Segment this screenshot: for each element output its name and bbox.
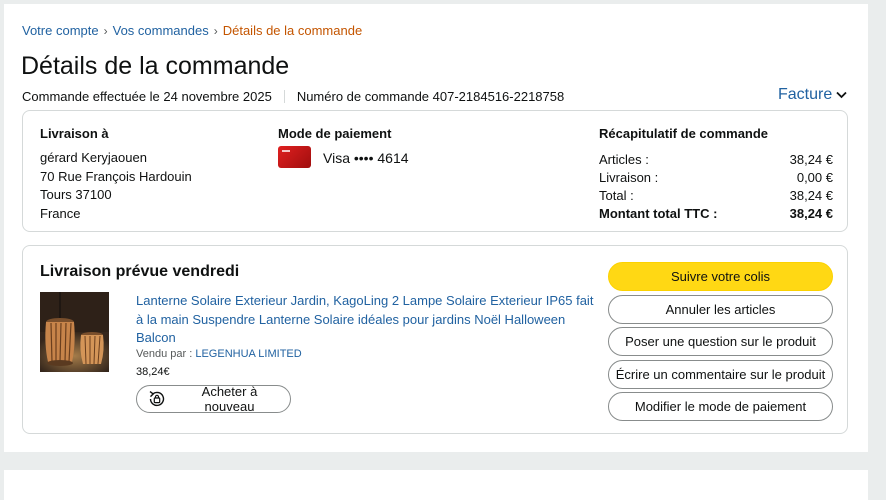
summary-label: Articles : bbox=[599, 152, 649, 167]
buy-again-button[interactable]: Acheter à nouveau bbox=[136, 384, 291, 414]
visa-card-icon bbox=[278, 146, 311, 168]
cancel-items-button[interactable]: Annuler les articles bbox=[608, 294, 833, 324]
breadcrumb-separator: › bbox=[213, 24, 218, 38]
grand-total-label: Montant total TTC : bbox=[599, 206, 718, 221]
summary-row: Livraison : 0,00 € bbox=[599, 169, 833, 187]
payment-method: Visa •••• 4614 bbox=[323, 150, 409, 166]
invoice-label: Facture bbox=[778, 86, 833, 103]
seller-info: Vendu par : LEGENHUA LIMITED bbox=[136, 348, 302, 360]
summary-heading: Récapitulatif de commande bbox=[599, 126, 769, 141]
meta-divider bbox=[283, 90, 285, 103]
write-review-button[interactable]: Écrire un commentaire sur le produit bbox=[608, 359, 833, 389]
breadcrumb-current: Détails de la commande bbox=[222, 23, 363, 38]
grand-total-value: 38,24 € bbox=[789, 206, 833, 221]
product-price: 38,24€ bbox=[136, 366, 170, 378]
summary-value: 38,24 € bbox=[789, 152, 833, 167]
delivery-box: Livraison prévue vendredi Lanterne Solai… bbox=[22, 245, 848, 434]
summary-label: Livraison : bbox=[599, 170, 659, 185]
order-info-box: Livraison à gérard Keryjaouen 70 Rue Fra… bbox=[22, 110, 848, 232]
summary-row: Total : 38,24 € bbox=[599, 187, 833, 205]
track-package-button[interactable]: Suivre votre colis bbox=[608, 262, 833, 291]
order-date: Commande effectuée le 24 novembre 2025 bbox=[22, 89, 272, 104]
summary-row: Articles : 38,24 € bbox=[599, 151, 833, 169]
summary-value: 0,00 € bbox=[796, 170, 833, 185]
product-image[interactable] bbox=[40, 292, 109, 372]
address-line: 70 Rue François Hardouin bbox=[40, 168, 192, 184]
breadcrumb-separator: › bbox=[103, 24, 108, 38]
shipping-heading: Livraison à bbox=[40, 126, 109, 141]
buy-again-icon bbox=[149, 390, 165, 407]
product-title-link[interactable]: Lanterne Solaire Exterieur Jardin, KagoL… bbox=[136, 292, 596, 348]
delivery-heading: Livraison prévue vendredi bbox=[40, 263, 240, 280]
shipping-address: gérard Keryjaouen 70 Rue François Hardou… bbox=[40, 149, 192, 223]
address-line: France bbox=[40, 205, 81, 221]
lantern-image bbox=[40, 292, 109, 372]
breadcrumb-your-account[interactable]: Votre compte bbox=[22, 23, 99, 38]
order-details-page: Votre compte › Vos commandes › Détails de la… bbox=[4, 4, 868, 452]
summary-value: 38,24 € bbox=[789, 188, 833, 203]
ask-product-question-button[interactable]: Poser une question sur le produit bbox=[608, 327, 833, 356]
order-number: Numéro de commande 407-2184516-2218758 bbox=[296, 89, 565, 104]
address-line: Tours 37100 bbox=[40, 187, 112, 202]
order-actions: Suivre votre colis Annuler les articles … bbox=[608, 262, 833, 425]
seller-prefix: Vendu par : bbox=[136, 348, 193, 360]
summary-grand-total: Montant total TTC : 38,24 € bbox=[599, 205, 833, 223]
address-line: gérard Keryjaouen bbox=[40, 150, 147, 165]
payment-heading: Mode de paiement bbox=[278, 126, 392, 141]
buy-again-label: Acheter à nouveau bbox=[201, 384, 258, 414]
change-payment-method-button[interactable]: Modifier le mode de paiement bbox=[608, 392, 833, 421]
order-summary: Articles : 38,24 € Livraison : 0,00 € To… bbox=[599, 151, 833, 223]
order-meta: Commande effectuée le 24 novembre 2025 N… bbox=[22, 89, 564, 104]
summary-label: Total : bbox=[599, 188, 634, 203]
page-title: Détails de la commande bbox=[21, 52, 290, 80]
breadcrumb: Votre compte › Vos commandes › Détails de la… bbox=[22, 23, 362, 38]
seller-link[interactable]: LEGENHUA LIMITED bbox=[195, 348, 301, 360]
invoice-dropdown[interactable]: Facture bbox=[778, 86, 847, 104]
breadcrumb-your-orders[interactable]: Vos commandes bbox=[113, 23, 209, 38]
chevron-down-icon bbox=[836, 91, 847, 99]
next-section-panel bbox=[4, 470, 868, 500]
